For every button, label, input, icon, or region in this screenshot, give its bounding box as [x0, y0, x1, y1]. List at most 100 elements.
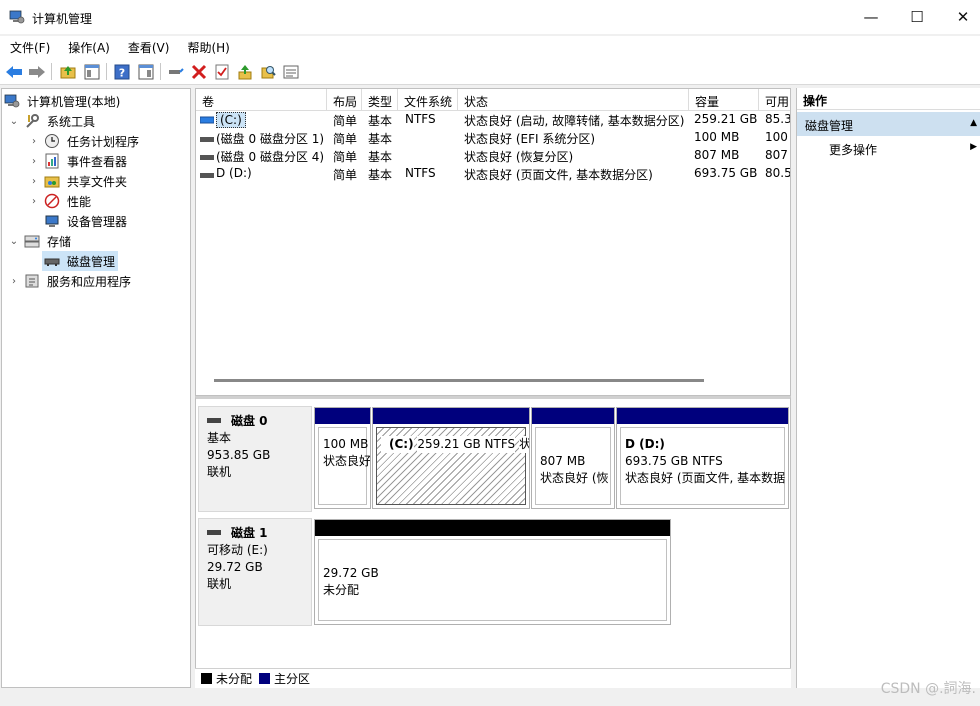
- tree-item-device-manager[interactable]: 设备管理器: [44, 211, 130, 231]
- menu-view[interactable]: 查看(V): [118, 36, 178, 58]
- column-header-volume[interactable]: 卷: [196, 89, 327, 111]
- table-row[interactable]: D (D:) 简单 基本 NTFS 状态良好 (页面文件, 基本数据分区) 69…: [196, 165, 791, 183]
- tree-item-services[interactable]: › 服务和应用程序: [8, 271, 134, 291]
- disk-status: 联机: [207, 465, 232, 479]
- actions-pane: 操作 磁盘管理 ▲ 更多操作 ▶: [796, 88, 980, 688]
- volume-name: D (D:): [216, 166, 252, 180]
- volume-layout: 简单: [333, 132, 358, 146]
- table-row[interactable]: (C:) 简单 基本 NTFS 状态良好 (启动, 故障转储, 基本数据分区) …: [196, 111, 791, 129]
- disk-drive-icon: [44, 253, 60, 269]
- properties-icon[interactable]: [212, 62, 232, 82]
- column-header-layout[interactable]: 布局: [327, 89, 362, 111]
- tree-label: 系统工具: [47, 114, 96, 129]
- menu-action[interactable]: 操作(A): [58, 36, 118, 58]
- table-row[interactable]: (磁盘 0 磁盘分区 1) 简单 基本 状态良好 (EFI 系统分区) 100 …: [196, 129, 790, 147]
- menu-file[interactable]: 文件(F): [0, 36, 58, 58]
- chevron-right-icon[interactable]: ›: [28, 196, 40, 207]
- primary-partition-bar: [315, 408, 370, 424]
- actions-header: 操作: [797, 88, 980, 110]
- svg-text:?: ?: [119, 67, 125, 80]
- partition-c[interactable]: (C:) 259.21 GB NTFS 状态良好 (启动, 故障转储, 基: [372, 407, 530, 509]
- collapse-up-icon[interactable]: ▲: [970, 118, 977, 128]
- export-icon[interactable]: [235, 62, 255, 82]
- disk-name: 磁盘 0: [231, 414, 268, 428]
- horizontal-scrollbar[interactable]: [214, 379, 704, 382]
- volume-name: (磁盘 0 磁盘分区 1): [216, 132, 325, 146]
- volume-filesystem: NTFS: [405, 166, 436, 180]
- volume-icon: [200, 169, 214, 183]
- partition-recovery[interactable]: 807 MB 状态良好 (恢: [531, 407, 615, 509]
- partition-status: 状态良好: [323, 454, 371, 468]
- volume-type: 基本: [368, 132, 393, 146]
- legend-primary: 主分区: [259, 670, 310, 687]
- show-action-pane-icon[interactable]: [136, 62, 156, 82]
- legend-unallocated: 未分配: [201, 670, 252, 687]
- help-icon[interactable]: ?: [112, 62, 132, 82]
- column-header-capacity[interactable]: 容量: [689, 89, 759, 111]
- partition-size: 807 MB: [540, 454, 586, 468]
- column-header-status[interactable]: 状态: [458, 89, 689, 111]
- volume-icon: [200, 114, 214, 128]
- up-folder-icon[interactable]: [58, 62, 78, 82]
- volume-icon: [200, 151, 214, 165]
- chevron-right-icon[interactable]: ›: [28, 176, 40, 187]
- tree-label: 共享文件夹: [67, 174, 128, 189]
- volume-free: 80.5: [765, 166, 791, 180]
- disk-drive-icon: [207, 525, 221, 542]
- back-arrow-icon[interactable]: [4, 62, 24, 82]
- list-view-icon[interactable]: [281, 62, 301, 82]
- column-header-filesystem[interactable]: 文件系统: [398, 89, 458, 111]
- menu-help[interactable]: 帮助(H): [177, 36, 237, 58]
- partition-efi[interactable]: 100 MB 状态良好: [314, 407, 371, 509]
- chevron-right-icon[interactable]: ›: [28, 156, 40, 167]
- primary-partition-bar: [617, 408, 788, 424]
- volume-layout: 简单: [333, 168, 358, 182]
- performance-icon: [44, 193, 60, 209]
- tree-item-root[interactable]: 计算机管理(本地): [4, 91, 123, 111]
- tree-label: 存储: [47, 234, 72, 249]
- chevron-down-icon[interactable]: ⌄: [8, 236, 20, 247]
- volume-free: 85.3: [765, 112, 791, 126]
- computer-management-icon: [9, 9, 25, 25]
- minimize-button[interactable]: —: [848, 0, 894, 34]
- disk-drive-icon: [207, 413, 221, 430]
- tree-item-task-scheduler[interactable]: › 任务计划程序: [28, 131, 142, 151]
- disk-map: 磁盘 0 基本 953.85 GB 联机 100 MB 状态良好 (C:) 25…: [195, 396, 791, 688]
- column-header-free[interactable]: 可用: [759, 89, 790, 111]
- disk-type: 可移动 (E:): [207, 543, 268, 557]
- partition-d[interactable]: D (D:) 693.75 GB NTFS 状态良好 (页面文件, 基本数据: [616, 407, 789, 509]
- table-row[interactable]: (磁盘 0 磁盘分区 4) 简单 基本 状态良好 (恢复分区) 807 MB 8…: [196, 147, 790, 165]
- tree-label: 磁盘管理: [67, 254, 116, 269]
- tree-item-disk-management[interactable]: 磁盘管理: [42, 251, 118, 271]
- show-hide-tree-icon[interactable]: [82, 62, 102, 82]
- maximize-button[interactable]: ☐: [894, 0, 940, 34]
- close-button[interactable]: ✕: [940, 0, 980, 34]
- connect-drive-icon[interactable]: [166, 62, 186, 82]
- tree-item-shared-folders[interactable]: › 共享文件夹: [28, 171, 130, 191]
- column-header-type[interactable]: 类型: [362, 89, 398, 111]
- unallocated-swatch: [201, 673, 212, 684]
- partition-size: 693.75 GB NTFS: [625, 454, 723, 468]
- tree-item-storage[interactable]: ⌄ 存储: [8, 231, 74, 251]
- delete-icon[interactable]: [189, 62, 209, 82]
- tree-item-performance[interactable]: › 性能: [28, 191, 94, 211]
- event-viewer-icon: [44, 153, 60, 169]
- action-group-disk-management[interactable]: 磁盘管理 ▲: [797, 112, 980, 136]
- search-icon[interactable]: [258, 62, 278, 82]
- volume-capacity: 100 MB: [694, 130, 740, 144]
- chevron-down-icon[interactable]: ⌄: [8, 116, 20, 127]
- tree-item-system-tools[interactable]: ⌄ 系统工具: [8, 111, 98, 131]
- forward-arrow-icon[interactable]: [27, 62, 47, 82]
- more-actions-item[interactable]: 更多操作 ▶: [797, 138, 980, 158]
- chevron-right-icon[interactable]: ›: [8, 276, 20, 287]
- tree-item-event-viewer[interactable]: › 事件查看器: [28, 151, 130, 171]
- unallocated-bar: [315, 520, 670, 536]
- chevron-right-icon[interactable]: ›: [28, 136, 40, 147]
- volume-layout: 简单: [333, 114, 358, 128]
- disk-0-label[interactable]: 磁盘 0 基本 953.85 GB 联机: [198, 406, 312, 512]
- partition-status: 未分配: [323, 583, 360, 597]
- partition-size: 29.72 GB: [323, 566, 379, 580]
- watermark: CSDN @.詞海.: [880, 681, 976, 697]
- disk-1-label[interactable]: 磁盘 1 可移动 (E:) 29.72 GB 联机: [198, 518, 312, 626]
- partition-unallocated[interactable]: 29.72 GB 未分配: [314, 519, 671, 625]
